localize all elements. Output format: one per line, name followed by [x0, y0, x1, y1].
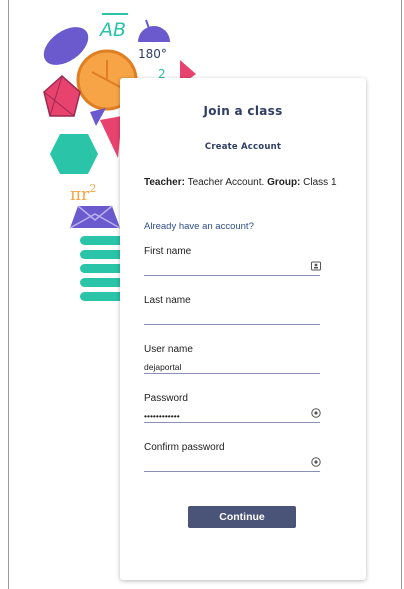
group-label: Group: — [267, 177, 301, 188]
teal-stripe-shape — [80, 292, 124, 301]
contact-card-icon[interactable] — [311, 261, 321, 271]
confirm-password-input[interactable] — [144, 458, 320, 472]
formula-label: πr2 — [70, 182, 96, 205]
password-label: Password — [144, 393, 188, 404]
teal-hexagon-shape — [50, 134, 98, 174]
last-name-input[interactable] — [144, 311, 320, 325]
confirm-password-label: Confirm password — [144, 442, 225, 453]
password-input[interactable] — [144, 409, 320, 423]
section-subtitle: Create Account — [204, 142, 282, 152]
info-separator: . — [261, 177, 265, 188]
pink-triangle-shape — [100, 116, 122, 158]
segment-label: AB — [98, 19, 126, 41]
teal-stripe-shape — [80, 250, 124, 259]
existing-account-link[interactable]: Already have an account? — [144, 221, 254, 232]
continue-button[interactable]: Continue — [188, 506, 296, 528]
teal-stripe-shape — [80, 236, 124, 245]
teal-stripe-shape — [80, 278, 124, 287]
teal-stripe-shape — [80, 264, 124, 273]
eye-icon[interactable] — [311, 457, 321, 467]
group-value: Class 1 — [303, 177, 337, 188]
first-name-label: First name — [144, 246, 192, 257]
eye-icon[interactable] — [311, 408, 321, 418]
teacher-label: Teacher: — [144, 177, 185, 188]
user-name-label: User name — [144, 344, 193, 355]
last-name-label: Last name — [144, 295, 191, 306]
class-info: Teacher: Teacher Account. Group: Class 1 — [144, 176, 344, 190]
page-title: Join a class — [203, 104, 283, 118]
envelope-shape — [70, 206, 120, 228]
user-name-input[interactable] — [144, 360, 320, 374]
angle-label: 180° — [138, 47, 167, 61]
join-class-card: Join a class Create Account Teacher: Tea… — [120, 78, 366, 580]
first-name-input[interactable] — [144, 262, 320, 276]
teacher-value: Teacher Account — [187, 177, 262, 188]
